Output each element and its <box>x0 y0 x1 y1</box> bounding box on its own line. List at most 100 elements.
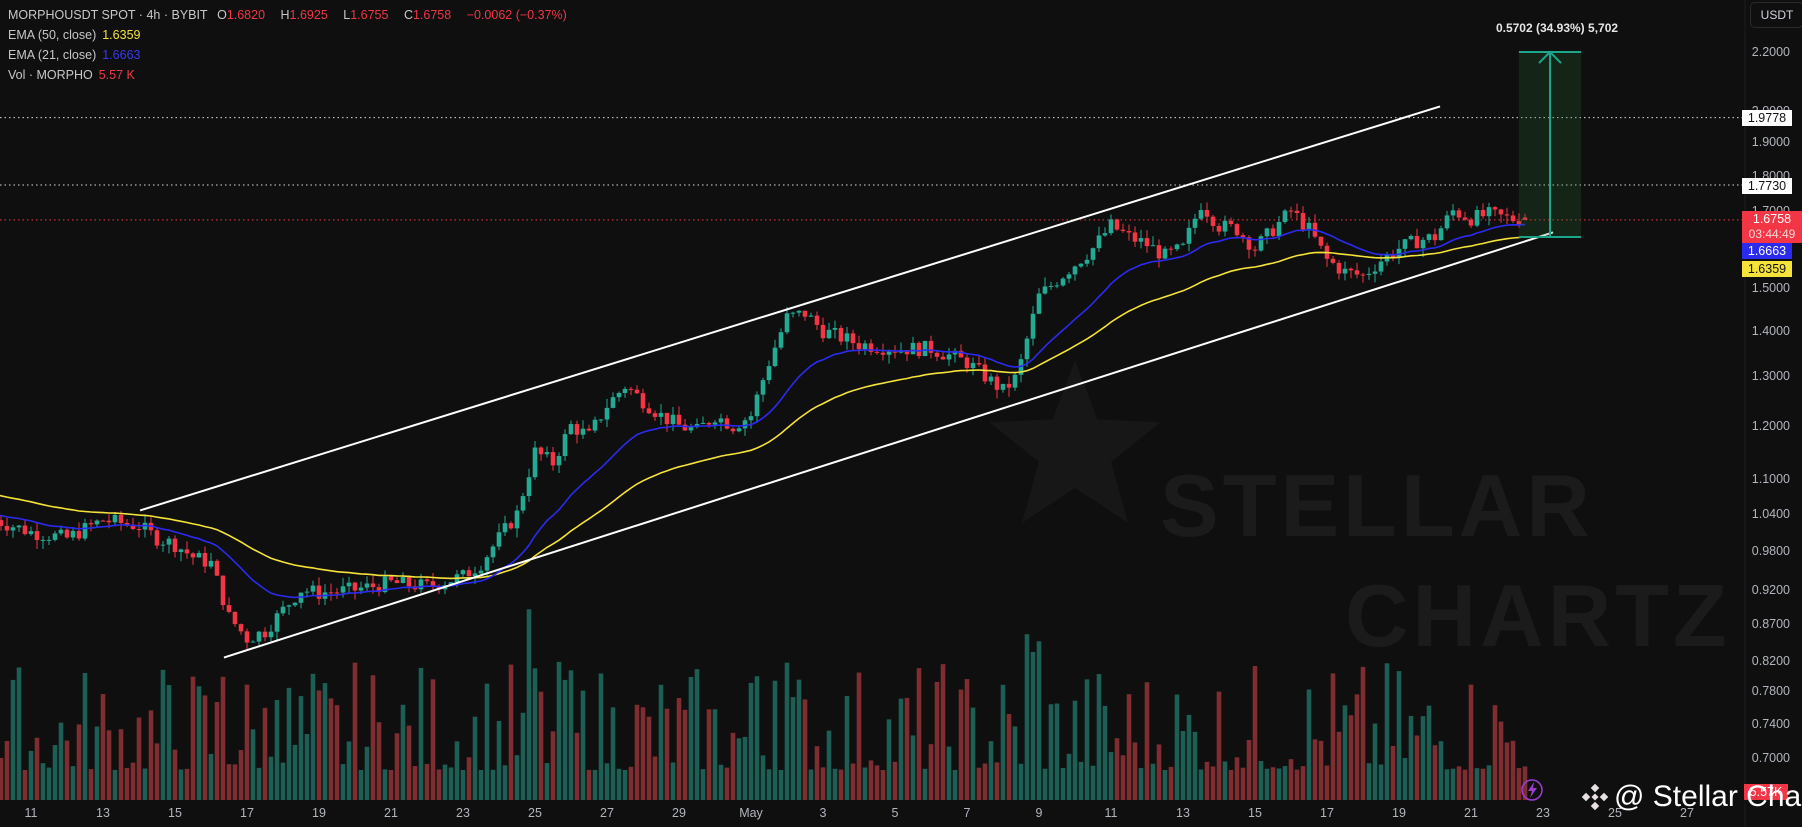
volume-bar <box>220 676 226 800</box>
candle-body <box>1300 213 1306 230</box>
symbol-title[interactable]: MORPHOUSDT SPOT · 4h · BYBIT <box>8 8 208 22</box>
candle-body <box>712 422 718 425</box>
volume-label: Vol · MORPHO <box>8 68 93 82</box>
candle-body <box>502 523 508 533</box>
candle-body <box>994 376 1000 390</box>
volume-bar <box>4 740 10 800</box>
volume-bar <box>1216 691 1222 800</box>
candle-body <box>1276 221 1282 237</box>
volume-bar <box>1456 766 1462 800</box>
volume-bar <box>694 669 700 800</box>
candle-body <box>364 583 370 588</box>
volume-bar <box>1126 694 1132 800</box>
candle-body <box>1084 259 1090 264</box>
candle-body <box>1150 245 1156 247</box>
candle-body <box>1210 216 1216 226</box>
volume-bar <box>418 667 424 800</box>
volume-bar <box>310 673 316 800</box>
candle-body <box>250 641 256 643</box>
volume-bar <box>1222 761 1228 800</box>
volume-bar <box>406 725 412 800</box>
volume-bar <box>226 764 232 800</box>
volume-bar <box>28 750 34 800</box>
high-label: H <box>280 8 290 22</box>
price-tick: 1.1000 <box>1751 472 1790 487</box>
measure-tool[interactable] <box>1518 50 1582 238</box>
volume-bar <box>862 767 868 800</box>
candle-body <box>730 428 736 432</box>
candle-body <box>796 310 802 313</box>
volume-bar <box>52 745 58 800</box>
candle-body <box>886 351 892 355</box>
volume-bar <box>826 730 832 800</box>
candle-body <box>316 585 322 599</box>
currency-button[interactable]: USDT <box>1750 2 1802 28</box>
candle-body <box>1336 262 1342 274</box>
volume-bar <box>730 732 736 800</box>
date-tick: 11 <box>1104 806 1118 820</box>
volume-bar <box>1066 753 1072 800</box>
candle-body <box>1030 313 1036 339</box>
candle-body <box>646 408 652 414</box>
candle-body <box>1252 249 1258 251</box>
channel-lines[interactable] <box>139 105 1554 659</box>
candle-body <box>1432 234 1438 241</box>
volume-bar <box>1078 761 1084 800</box>
date-tick: 21 <box>384 806 398 820</box>
candle-body <box>1054 285 1060 287</box>
date-tick: 15 <box>1248 806 1262 820</box>
ema21-row[interactable]: EMA (21, close) 1.6663 <box>8 45 573 65</box>
candle-body <box>94 520 100 525</box>
candle-body <box>634 389 640 394</box>
volume-bar <box>280 762 286 800</box>
candle-body <box>1108 219 1114 234</box>
candle-body <box>1066 274 1072 279</box>
volume-bar <box>622 769 628 800</box>
volume-bar <box>820 767 826 800</box>
volume-bar <box>1060 767 1066 800</box>
candle-body <box>616 392 622 398</box>
volume-bar <box>286 687 292 800</box>
candle-body <box>1198 210 1204 219</box>
volume-bar <box>1054 703 1060 800</box>
candle-body <box>574 424 580 435</box>
volume-bar <box>832 768 838 800</box>
candle-body <box>706 422 712 425</box>
volume-bar <box>598 673 604 800</box>
volume-bar <box>208 753 214 800</box>
volume-bar <box>664 708 670 800</box>
date-tick: 21 <box>1464 806 1478 820</box>
volume-bar <box>478 769 484 800</box>
volume-bar <box>76 724 82 800</box>
candle-body <box>748 416 754 421</box>
volume-bar <box>892 761 898 800</box>
volume-bar <box>1438 741 1444 800</box>
candle-body <box>1072 266 1078 275</box>
candle-body <box>862 343 868 350</box>
symbol-row[interactable]: MORPHOUSDT SPOT · 4h · BYBIT O1.6820 H1.… <box>8 5 573 25</box>
date-tick: 3 <box>819 806 827 820</box>
candle-body <box>826 329 832 339</box>
volume-bar <box>1378 764 1384 800</box>
volume-bar <box>1366 763 1372 800</box>
candle-body <box>544 452 550 455</box>
candle-body <box>1078 263 1084 267</box>
candle-body <box>934 352 940 357</box>
volume-bar <box>1000 684 1006 800</box>
volume-bar <box>1330 673 1336 800</box>
volume-bar <box>946 746 952 800</box>
price-chart[interactable] <box>0 0 1802 827</box>
candle-body <box>1228 220 1234 225</box>
volume-bar <box>1432 745 1438 800</box>
candle-body <box>586 428 592 431</box>
volume-bar <box>1306 689 1312 800</box>
volume-bar <box>1240 767 1246 800</box>
candle-body <box>1042 286 1048 294</box>
ema50-row[interactable]: EMA (50, close) 1.6359 <box>8 25 573 45</box>
volume-row[interactable]: Vol · MORPHO 5.57 K <box>8 65 573 85</box>
candle-body <box>202 552 208 567</box>
date-tick: 17 <box>240 806 254 820</box>
candle-body <box>106 520 112 523</box>
volume-bar <box>1030 651 1036 800</box>
volume-bar <box>736 738 742 800</box>
